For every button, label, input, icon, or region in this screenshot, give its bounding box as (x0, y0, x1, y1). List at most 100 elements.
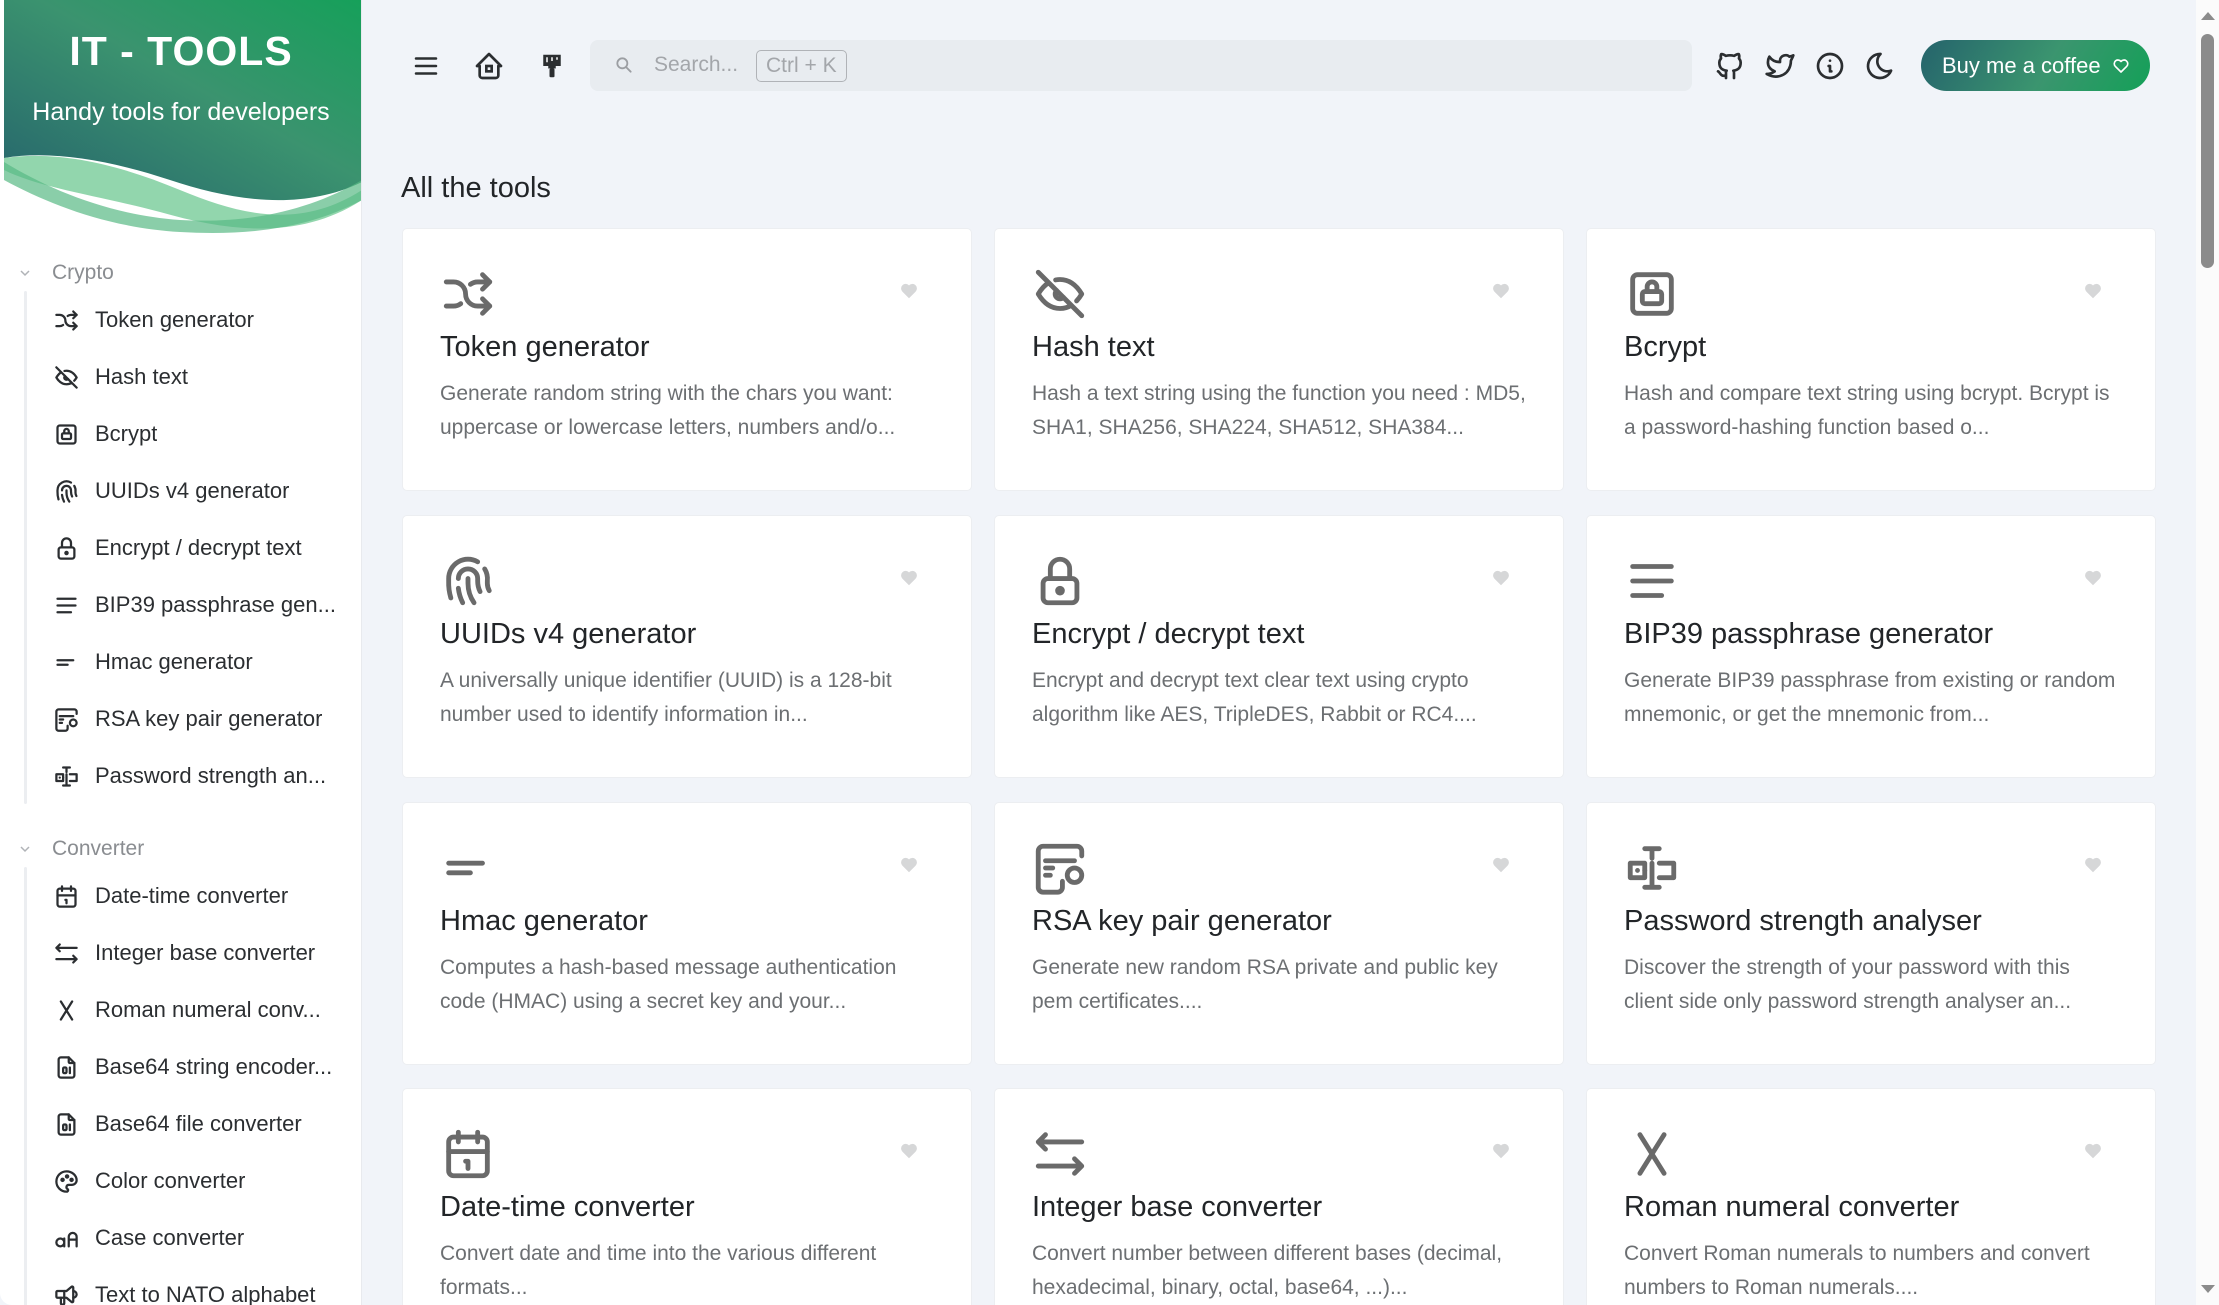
sidebar-item-uuid-generator[interactable]: UUIDs v4 generator (0, 462, 361, 519)
tool-card-password-strength[interactable]: Password strength analyser Discover the s… (1586, 802, 2156, 1065)
align-justified-icon (53, 592, 80, 619)
paint-brush-icon (543, 54, 561, 78)
sidebar-item-label: Base64 string encoder... (95, 1053, 333, 1079)
tool-card-date-time[interactable]: Date-time converter Convert date and time… (402, 1088, 972, 1305)
tool-card-token-generator[interactable]: Token generator Generate random string wi… (402, 228, 972, 491)
sidebar-item-hash-text[interactable]: Hash text (0, 348, 361, 405)
sidebar-item-roman-numeral[interactable]: Roman numeral conv... (0, 981, 361, 1038)
tool-card-description: Encrypt and decrypt text clear text usin… (1032, 669, 1477, 726)
favorite-heart-icon[interactable] (899, 281, 919, 301)
align-justified-icon (1623, 552, 1681, 610)
favorite-heart-icon[interactable] (899, 568, 919, 588)
tool-card-description: Discover the strength of your password w… (1624, 956, 2072, 1013)
tool-card-rsa[interactable]: RSA key pair generator Generate new rando… (994, 802, 1564, 1065)
file-digit-icon (53, 1111, 80, 1138)
search-input[interactable]: Search... Ctrl + K (590, 40, 1692, 91)
moon-icon (1866, 52, 1893, 80)
fingerprint-icon (53, 478, 80, 505)
sidebar-item-label: Encrypt / decrypt text (95, 534, 302, 560)
certificate-icon (53, 706, 80, 733)
home-icon (475, 52, 503, 80)
password-icon (1623, 839, 1681, 897)
sidebar: IT - TOOLS Handy tools for developers Cr… (0, 0, 362, 1305)
calendar-icon (53, 883, 80, 910)
tool-card-description: Generate BIP39 passphrase from existing … (1624, 669, 2116, 726)
tool-card-encrypt-decrypt[interactable]: Encrypt / decrypt text Encrypt and decryp… (994, 515, 1564, 778)
sidebar-item-label: Integer base converter (95, 939, 316, 965)
home-button[interactable] (470, 47, 508, 85)
palette-icon (53, 1168, 80, 1195)
search-shortcut-badge: Ctrl + K (756, 50, 847, 82)
sidebar-item-rsa[interactable]: RSA key pair generator (0, 690, 361, 747)
sidebar-item-token-generator[interactable]: Token generator (0, 291, 361, 348)
sidebar-group-converter[interactable]: Converter (0, 831, 361, 867)
sidebar-item-base64-file[interactable]: Base64 file converter (0, 1095, 361, 1152)
arrows-left-right-icon (1031, 1125, 1089, 1183)
buy-me-a-coffee-button[interactable]: Buy me a coffee (1921, 40, 2150, 91)
theme-toggle-button[interactable] (1861, 47, 1899, 85)
page-scrollbar[interactable] (2196, 0, 2219, 1305)
favorite-heart-icon[interactable] (2083, 855, 2103, 875)
sidebar-item-color-converter[interactable]: Color converter (0, 1152, 361, 1209)
scroll-up-arrow-icon[interactable] (2201, 12, 2215, 20)
sidebar-item-base64-string[interactable]: Base64 string encoder... (0, 1038, 361, 1095)
eye-off-icon (1031, 265, 1089, 323)
favorite-heart-icon[interactable] (1491, 1141, 1511, 1161)
sidebar-item-password-strength[interactable]: Password strength an... (0, 747, 361, 804)
favorite-heart-icon[interactable] (1491, 568, 1511, 588)
tool-card-description: A universally unique identifier (UUID) i… (440, 669, 892, 726)
sidebar-item-encrypt-decrypt[interactable]: Encrypt / decrypt text (0, 519, 361, 576)
favorite-heart-icon[interactable] (2083, 281, 2103, 301)
lock-square-icon (53, 421, 80, 448)
shuffle-icon (439, 265, 497, 323)
app-title: IT - TOOLS (69, 28, 293, 74)
shuffle-icon (53, 307, 80, 334)
twitter-link[interactable] (1761, 47, 1799, 85)
tool-card-title: Hash text (1032, 331, 1155, 363)
sidebar-item-hmac[interactable]: Hmac generator (0, 633, 361, 690)
tool-card-title: Roman numeral converter (1624, 1191, 1960, 1223)
sidebar-item-nato-alphabet[interactable]: Text to NATO alphabet (0, 1266, 361, 1305)
tool-card-bcrypt[interactable]: Bcrypt Hash and compare text string using… (1586, 228, 2156, 491)
sidebar-item-bcrypt[interactable]: Bcrypt (0, 405, 361, 462)
sidebar-item-label: UUIDs v4 generator (95, 477, 290, 503)
tool-card-hmac[interactable]: Hmac generator Computes a hash-based mess… (402, 802, 972, 1065)
sidebar-item-date-time[interactable]: Date-time converter (0, 867, 361, 924)
sidebar-item-label: Date-time converter (95, 882, 289, 908)
letter-x-icon (1623, 1125, 1681, 1183)
favorite-heart-icon[interactable] (1491, 855, 1511, 875)
tool-card-hash-text[interactable]: Hash text Hash a text string using the fu… (994, 228, 1564, 491)
favorite-heart-icon[interactable] (1491, 281, 1511, 301)
heart-icon (2113, 59, 2129, 73)
arrows-left-right-icon (53, 940, 80, 967)
tool-card-description: Convert number between different bases (… (1032, 1242, 1503, 1299)
ui-lib-button[interactable] (533, 47, 571, 85)
fingerprint-icon (439, 552, 497, 610)
tool-card-uuid-generator[interactable]: UUIDs v4 generator A universally unique i… (402, 515, 972, 778)
sidebar-item-label: Hmac generator (95, 648, 253, 674)
brand-header[interactable]: IT - TOOLS Handy tools for developers (0, 0, 361, 235)
calendar-icon (439, 1125, 497, 1183)
speakerphone-icon (53, 1282, 80, 1305)
sidebar-item-integer-base[interactable]: Integer base converter (0, 924, 361, 981)
favorite-heart-icon[interactable] (2083, 568, 2103, 588)
tool-card-integer-base[interactable]: Integer base converter Convert number bet… (994, 1088, 1564, 1305)
scrollbar-thumb[interactable] (2201, 34, 2214, 268)
letter-case-icon (53, 1225, 80, 1252)
sidebar-item-bip39[interactable]: BIP39 passphrase gen... (0, 576, 361, 633)
tool-card-bip39[interactable]: BIP39 passphrase generator Generate BIP39… (1586, 515, 2156, 778)
tool-card-roman-numeral[interactable]: Roman numeral converter Convert Roman num… (1586, 1088, 2156, 1305)
favorite-heart-icon[interactable] (899, 855, 919, 875)
menu-toggle-button[interactable] (407, 47, 445, 85)
app-subtitle: Handy tools for developers (32, 98, 330, 126)
scroll-down-arrow-icon[interactable] (2201, 1285, 2215, 1293)
sidebar-group-crypto[interactable]: Crypto (0, 255, 361, 291)
favorite-heart-icon[interactable] (899, 1141, 919, 1161)
tool-card-title: Encrypt / decrypt text (1032, 618, 1305, 650)
about-button[interactable] (1811, 47, 1849, 85)
page-title: All the tools (401, 172, 551, 204)
search-placeholder: Search... (654, 53, 739, 76)
sidebar-item-case-converter[interactable]: Case converter (0, 1209, 361, 1266)
github-link[interactable] (1711, 47, 1749, 85)
favorite-heart-icon[interactable] (2083, 1141, 2103, 1161)
